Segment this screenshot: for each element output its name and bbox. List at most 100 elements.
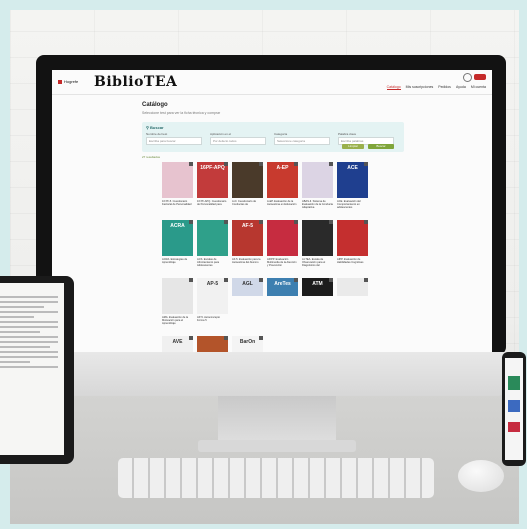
catalog-item-cover-title: AP-5 — [206, 281, 219, 287]
clear-button[interactable]: Limpiar — [342, 144, 364, 149]
catalog-item-cover[interactable]: AF-5 — [232, 220, 263, 256]
catalog-item-caption: ACS. Escalas de Afrontamiento para Adole… — [197, 258, 220, 267]
info-icon[interactable] — [364, 220, 368, 224]
catalog-item[interactable]: ATM — [302, 278, 333, 296]
catalog-item-cover[interactable] — [267, 220, 298, 256]
catalog-item[interactable]: AMA. Evaluación de la Motivación para el… — [162, 278, 193, 332]
catalog-item-caption: 16 PF-APQ. Cuestionario de Personalidad … — [197, 200, 227, 206]
phone-screen — [505, 358, 523, 460]
catalog-item-cover[interactable] — [337, 278, 368, 296]
monitor-stand-base — [198, 440, 356, 452]
category-select[interactable]: Seleccione categoría — [274, 137, 330, 145]
catalog-item-cover-title: A-EP — [276, 165, 289, 171]
catalog-item-cover[interactable]: A-EP — [267, 162, 298, 198]
catalog-item-cover[interactable] — [302, 220, 333, 256]
catalog-item-cover-title: AreTes — [274, 281, 291, 287]
catalog-item[interactable]: ACS. Escalas de Afrontamiento para Adole… — [197, 220, 228, 274]
main-nav: Catálogo Mis suscripciones Pedidos Ayuda… — [386, 85, 486, 90]
catalog-item-cover[interactable]: AreTes — [267, 278, 298, 296]
info-icon[interactable] — [189, 336, 193, 340]
catalog-item[interactable]: ABAS-II. Sistema de Evaluación de la Con… — [302, 162, 333, 216]
catalog-item-cover-title: 16PF-APQ — [200, 165, 225, 171]
info-icon[interactable] — [189, 278, 193, 282]
catalog-item-cover[interactable]: AGL — [232, 278, 263, 296]
catalog-item[interactable]: 16PF-APQ 16 PF-APQ. Cuestionario de Perso… — [197, 162, 228, 216]
catalog-item[interactable] — [197, 336, 228, 352]
search-button[interactable]: Buscar — [368, 144, 394, 149]
info-icon[interactable] — [294, 220, 298, 224]
catalog-item-cover[interactable] — [162, 278, 193, 314]
info-icon[interactable] — [329, 278, 333, 282]
info-icon[interactable] — [189, 162, 193, 166]
catalog-item-caption: A-EP. Evaluación de la Autoestima en Edu… — [267, 200, 297, 206]
info-icon[interactable] — [259, 220, 263, 224]
user-icon[interactable] — [463, 73, 472, 82]
catalog-item[interactable]: AF-5 AF-5. Evaluación para la Autoestima … — [232, 220, 263, 274]
keyboard — [118, 458, 434, 498]
catalog-item[interactable]: ACE ACE. Evaluación del Comportamiento en… — [337, 162, 368, 216]
nav-cuenta[interactable]: Mi cuenta — [471, 85, 486, 90]
nav-pedidos[interactable]: Pedidos — [438, 85, 451, 90]
info-icon[interactable] — [294, 162, 298, 166]
catalog-item[interactable]: A-EP A-EP. Evaluación de la Autoestima en… — [267, 162, 298, 216]
catalog-item[interactable]: ACRA ACRA. Estrategias de Aprendizaje — [162, 220, 193, 274]
info-icon[interactable] — [259, 336, 263, 340]
catalog-item-cover[interactable] — [302, 162, 333, 198]
catalog-item-cover[interactable] — [232, 162, 263, 198]
info-icon[interactable] — [259, 162, 263, 166]
catalog-item-cover-title: BarOn — [239, 339, 256, 345]
catalog-item-cover-title: AVE — [172, 339, 183, 345]
catalog-item-cover[interactable]: 16PF-APQ — [197, 162, 228, 198]
page-subtitle: Seleccione test para ver la ficha técnic… — [142, 111, 221, 115]
catalog-item[interactable]: BarOn — [232, 336, 263, 352]
info-icon[interactable] — [224, 220, 228, 224]
monitor-chin — [36, 352, 506, 396]
info-icon[interactable] — [224, 162, 228, 166]
catalog-item-cover[interactable] — [197, 336, 228, 352]
application-field: Aplicación en el Por defecto todos — [210, 132, 266, 145]
info-icon[interactable] — [259, 278, 263, 282]
nav-suscripciones[interactable]: Mis suscripciones — [406, 85, 434, 90]
info-icon[interactable] — [224, 278, 228, 282]
tablet-screen — [0, 283, 64, 455]
info-icon[interactable] — [329, 162, 333, 166]
info-icon[interactable] — [224, 336, 228, 340]
info-icon[interactable] — [364, 162, 368, 166]
catalog-grid: 16 PF-5. Cuestionario Factorial de Perso… — [162, 162, 368, 352]
info-icon[interactable] — [189, 220, 193, 224]
catalog-item[interactable]: AFIPP. Evaluación Multimedia de la Atenc… — [267, 220, 298, 274]
catalog-item[interactable]: AGL — [232, 278, 263, 296]
nav-catalogo[interactable]: Catálogo — [386, 85, 401, 90]
catalog-item-cover[interactable]: AP-5 — [197, 278, 228, 314]
name-input[interactable]: Escriba para buscar — [146, 137, 202, 145]
catalog-item-cover[interactable] — [162, 162, 193, 198]
catalog-item-cover[interactable]: BarOn — [232, 336, 263, 352]
catalog-item-cover[interactable]: ACRA — [162, 220, 193, 256]
info-icon[interactable] — [329, 220, 333, 224]
catalog-item[interactable]: A-D. Cuestionario de Conductas de — [232, 162, 263, 216]
catalog-item-caption: AFIPP. Evaluación Multimedia de la Atenc… — [267, 258, 297, 267]
catalog-item[interactable]: AI-TEA. Escala de Observación para el Di… — [302, 220, 333, 274]
catalog-item-cover[interactable]: ACE — [337, 162, 368, 198]
brand-title[interactable]: BiblioTEA — [94, 74, 177, 90]
nav-ayuda[interactable]: Ayuda — [456, 85, 466, 90]
catalog-item-cover[interactable] — [197, 220, 228, 256]
catalog-item-cover-title: ACRA — [170, 223, 185, 229]
catalog-item[interactable]: AIPP. Evaluación de Habilidades Cognitiv… — [337, 220, 368, 274]
info-icon[interactable] — [294, 278, 298, 282]
catalog-item-cover[interactable]: AVE — [162, 336, 193, 352]
catalog-item[interactable] — [337, 278, 368, 296]
catalog-item-caption: AIPP. Evaluación de Habilidades Cognitiv… — [337, 258, 364, 264]
publisher-logo[interactable]: Hogrefe — [58, 79, 78, 84]
catalog-item[interactable]: 16 PF-5. Cuestionario Factorial de Perso… — [162, 162, 193, 216]
catalog-item[interactable]: AVE — [162, 336, 193, 352]
results-count: 27 resultados — [142, 155, 161, 159]
catalog-item[interactable]: AP-5 AP-5. Autoconcepto Forma 5 — [197, 278, 228, 332]
login-button[interactable] — [474, 74, 486, 80]
catalog-item-cover[interactable]: ATM — [302, 278, 333, 296]
info-icon[interactable] — [364, 278, 368, 282]
catalog-item-caption: A-D. Cuestionario de Conductas de — [232, 200, 257, 206]
catalog-item[interactable]: AreTes — [267, 278, 298, 296]
catalog-item-cover[interactable] — [337, 220, 368, 256]
application-select[interactable]: Por defecto todos — [210, 137, 266, 145]
